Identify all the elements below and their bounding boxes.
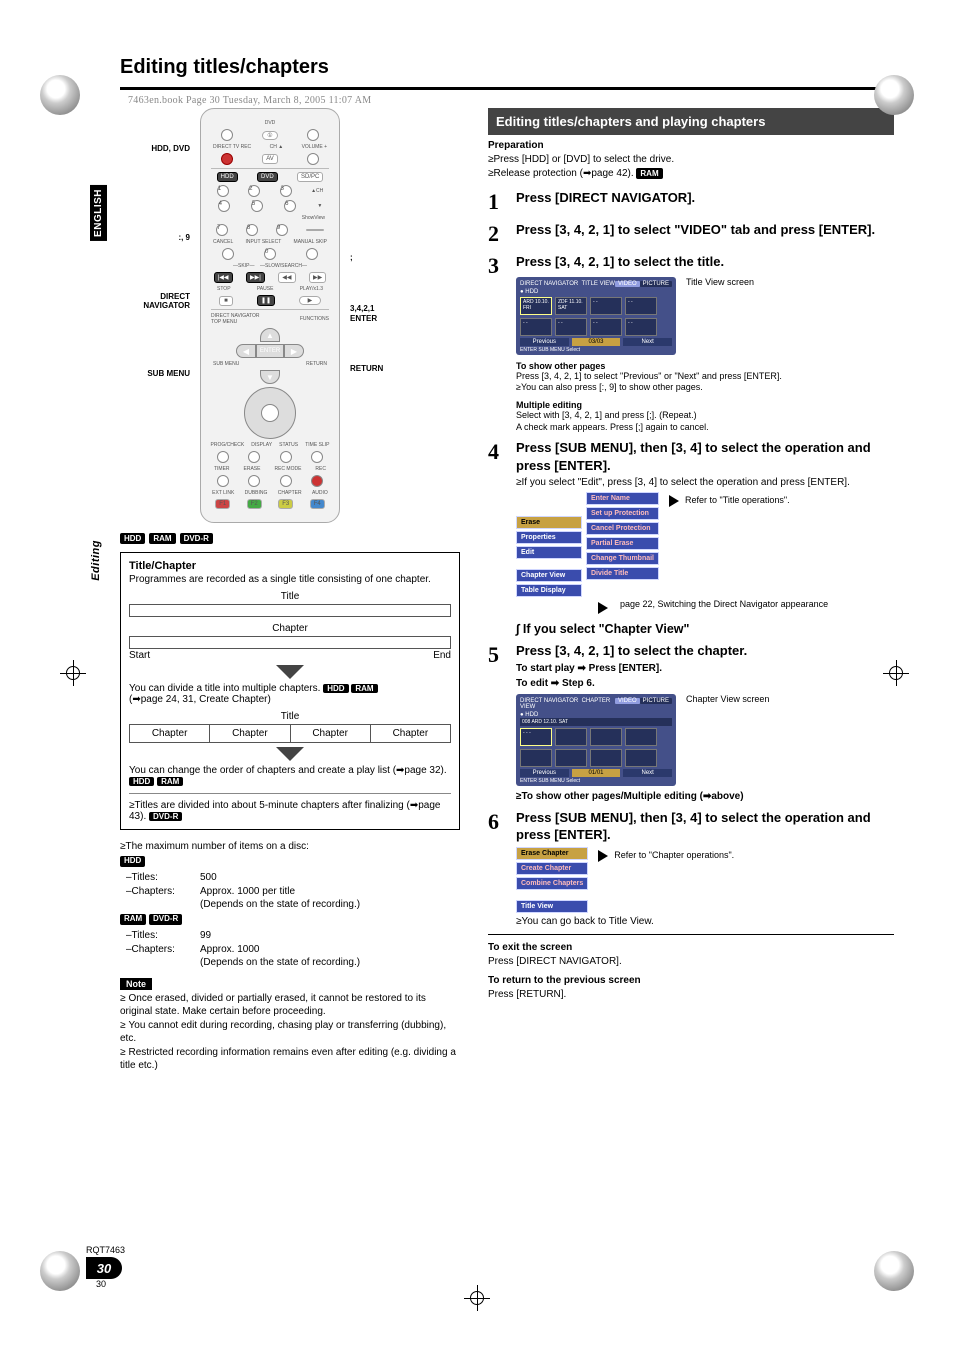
- print-mark: 7463en.book Page 30 Tuesday, March 8, 20…: [128, 95, 371, 106]
- page-footer: RQT7463 30 30: [86, 1245, 125, 1289]
- crop-mark: [883, 660, 909, 686]
- step-2: 2 Press [3, 4, 2, 1] to select "VIDEO" t…: [488, 221, 894, 247]
- exit-instructions: To exit the screen Press [DIRECT NAVIGAT…: [488, 941, 894, 968]
- crop-mark: [464, 1285, 490, 1311]
- section-heading: Editing titles/chapters and playing chap…: [488, 108, 894, 135]
- chapter-view-screenshot: DIRECT NAVIGATOR CHAPTER VIEWVIDEOPICTUR…: [516, 694, 676, 786]
- step-6: 6 Press [SUB MENU], then [3, 4] to selec…: [488, 809, 894, 928]
- rule: [120, 87, 894, 90]
- language-tab: ENGLISH: [90, 185, 107, 241]
- note-label: Note: [120, 978, 152, 990]
- max-items: ≥The maximum number of items on a disc: …: [120, 840, 460, 970]
- preparation: Preparation ≥Press [HDD] or [DVD] to sel…: [488, 139, 894, 181]
- step-5: 5 Press [3, 4, 2, 1] to select the chapt…: [488, 642, 894, 803]
- crop-mark: [60, 660, 86, 686]
- page-title: Editing titles/chapters: [120, 56, 894, 79]
- title-view-screenshot: DIRECT NAVIGATOR TITLE VIEWVIDEOPICTURE …: [516, 277, 676, 355]
- step-3: 3 Press [3, 4, 2, 1] to select the title…: [488, 253, 894, 433]
- remote-control-illustration: DVD ① DIRECT TV RECCH ▲VOLUME + AV HDDDV…: [200, 108, 340, 523]
- return-instructions: To return to the previous screen Press […: [488, 974, 894, 1001]
- note-list: Once erased, divided or partially erased…: [120, 992, 460, 1073]
- applies-to-chips: HDD RAM DVD-R: [120, 533, 460, 544]
- remote-callouts-right: ; 3,4,2,1 ENTER RETURN: [350, 108, 394, 523]
- step-1: 1 Press [DIRECT NAVIGATOR].: [488, 189, 894, 215]
- remote-callouts-left: HDD, DVD :, 9 DIRECT NAVIGATOR SUB MENU: [120, 108, 190, 523]
- title-chapter-panel: Title/Chapter Programmes are recorded as…: [120, 552, 460, 830]
- step-4: 4 Press [SUB MENU], then [3, 4] to selec…: [488, 439, 894, 636]
- section-tab: Editing: [90, 540, 102, 581]
